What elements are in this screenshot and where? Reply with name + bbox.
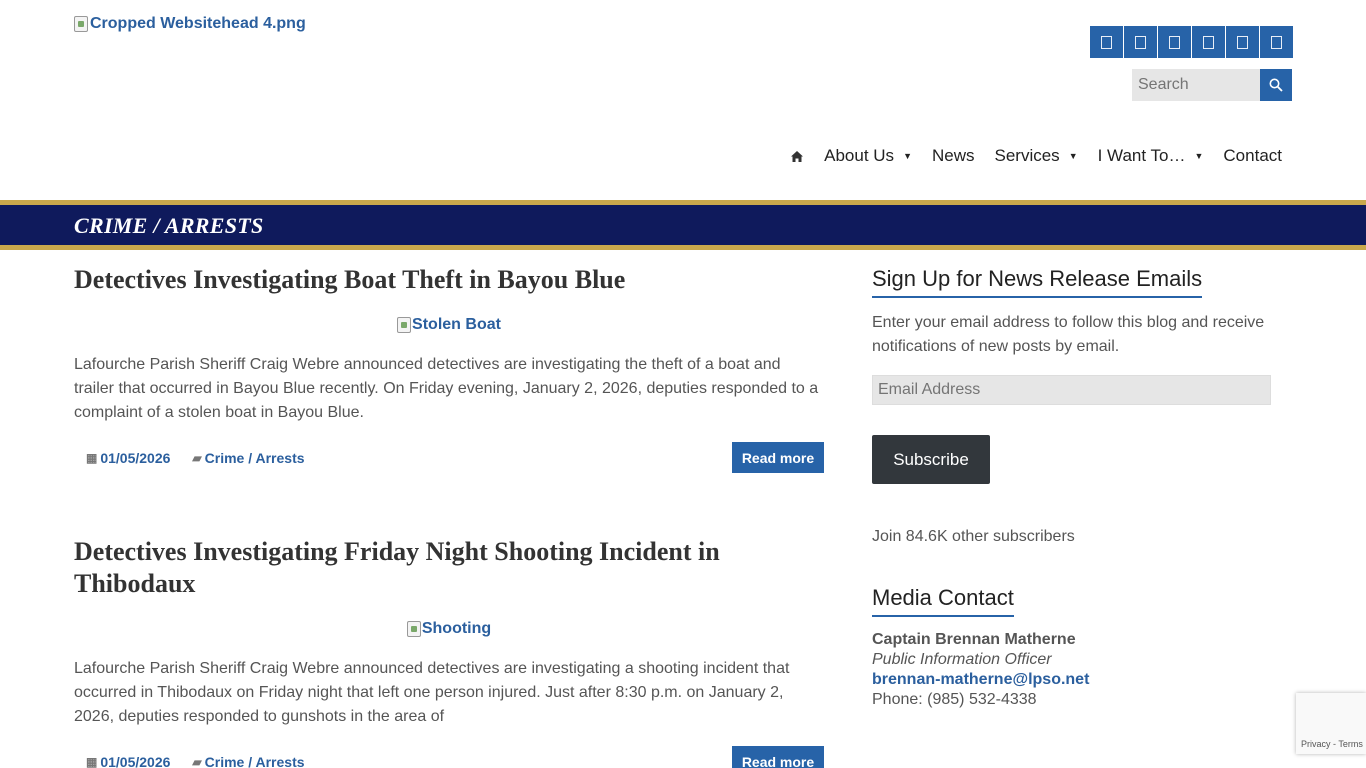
social-icon-6[interactable] <box>1260 26 1293 58</box>
nav-item-i-want-to[interactable]: I Want To… ▼ <box>1098 146 1204 166</box>
search-input[interactable] <box>1132 69 1260 101</box>
read-more-button[interactable]: Read more <box>732 442 824 473</box>
social-icon-2[interactable] <box>1124 26 1157 58</box>
signup-text: Enter your email address to follow this … <box>872 314 1265 355</box>
caret-down-icon: ▼ <box>1068 151 1078 161</box>
post-excerpt: Lafourche Parish Sheriff Craig Webre ann… <box>74 660 790 725</box>
social-icon-1[interactable] <box>1090 26 1123 58</box>
contact-name: Captain Brennan Matherne <box>872 631 1076 648</box>
calendar-icon: ▦ <box>86 450 98 465</box>
search-form <box>1132 69 1292 101</box>
media-contact-widget: Media Contact Captain Brennan Matherne P… <box>872 585 1272 710</box>
nav-item-contact[interactable]: Contact <box>1223 146 1282 166</box>
main-nav: About Us ▼ News Services ▼ I Want To… ▼ … <box>790 146 1282 166</box>
logo-alt-text: Cropped Websitehead 4.png <box>90 15 306 32</box>
calendar-icon: ▦ <box>86 754 98 768</box>
broken-image-icon <box>397 317 412 333</box>
post-meta: ▦ 01/05/2026 ▰ Crime / Arrests Read more <box>74 746 824 768</box>
search-icon <box>1269 78 1283 92</box>
nav-item-label: News <box>931 146 975 165</box>
post-meta: ▦ 01/05/2026 ▰ Crime / Arrests Read more <box>74 442 824 473</box>
folder-icon: ▰ <box>192 450 202 465</box>
search-button[interactable] <box>1260 69 1292 101</box>
nav-item-label: Contact <box>1223 146 1282 165</box>
caret-down-icon: ▼ <box>1194 151 1204 161</box>
nav-item-news[interactable]: News <box>932 146 975 166</box>
signup-title: Sign Up for News Release Emails <box>872 266 1203 298</box>
post-image-alt: Shooting <box>421 620 492 637</box>
recaptcha-badge[interactable]: Privacy - Terms <box>1296 693 1366 754</box>
contact-email-link[interactable]: brennan-matherne@lpso.net <box>872 670 1272 690</box>
post-image-alt: Stolen Boat <box>412 316 501 333</box>
post-card: Detectives Investigating Friday Night Sh… <box>74 536 824 768</box>
home-icon <box>791 150 804 162</box>
nav-item-services[interactable]: Services ▼ <box>995 146 1078 166</box>
site-logo[interactable]: Cropped Websitehead 4.png <box>74 15 306 33</box>
post-image[interactable]: Stolen Boat <box>74 316 824 334</box>
post-category[interactable]: Crime / Arrests <box>205 754 305 768</box>
page-title: CRIME / ARRESTS <box>74 213 264 238</box>
post-date[interactable]: 01/05/2026 <box>100 754 170 768</box>
social-links <box>1090 26 1293 58</box>
post-date[interactable]: 01/05/2026 <box>100 450 170 466</box>
contact-phone: Phone: (985) 532-4338 <box>872 691 1037 708</box>
social-icon-5[interactable] <box>1226 26 1259 58</box>
category-banner: CRIME / ARRESTS <box>0 200 1366 250</box>
subscribe-button[interactable]: Subscribe <box>872 435 990 484</box>
signup-widget: Sign Up for News Release Emails Enter yo… <box>872 266 1272 549</box>
broken-image-icon <box>74 16 88 32</box>
nav-item-label: About Us <box>824 146 895 165</box>
nav-item-label: I Want To… <box>1097 146 1186 165</box>
post-excerpt: Lafourche Parish Sheriff Craig Webre ann… <box>74 356 819 421</box>
terms-link[interactable]: Terms <box>1338 739 1363 749</box>
contact-role: Public Information Officer <box>872 651 1052 668</box>
post-title[interactable]: Detectives Investigating Friday Night Sh… <box>74 536 824 600</box>
email-field[interactable] <box>872 375 1271 405</box>
read-more-button[interactable]: Read more <box>732 746 824 768</box>
social-icon-3[interactable] <box>1158 26 1191 58</box>
nav-home[interactable] <box>790 150 804 163</box>
post-image[interactable]: Shooting <box>74 620 824 638</box>
privacy-link[interactable]: Privacy <box>1301 739 1331 749</box>
nav-item-label: Services <box>994 146 1060 165</box>
social-icon-4[interactable] <box>1192 26 1225 58</box>
caret-down-icon: ▼ <box>903 151 912 161</box>
broken-image-icon <box>406 621 421 637</box>
post-title[interactable]: Detectives Investigating Boat Theft in B… <box>74 264 824 296</box>
nav-item-about-us[interactable]: About Us ▼ <box>824 146 912 166</box>
post-card: Detectives Investigating Boat Theft in B… <box>74 264 824 473</box>
folder-icon: ▰ <box>192 754 202 768</box>
media-contact-title: Media Contact <box>872 585 1014 617</box>
subscriber-count: Join 84.6K other subscribers <box>872 528 1075 545</box>
post-category[interactable]: Crime / Arrests <box>205 450 305 466</box>
